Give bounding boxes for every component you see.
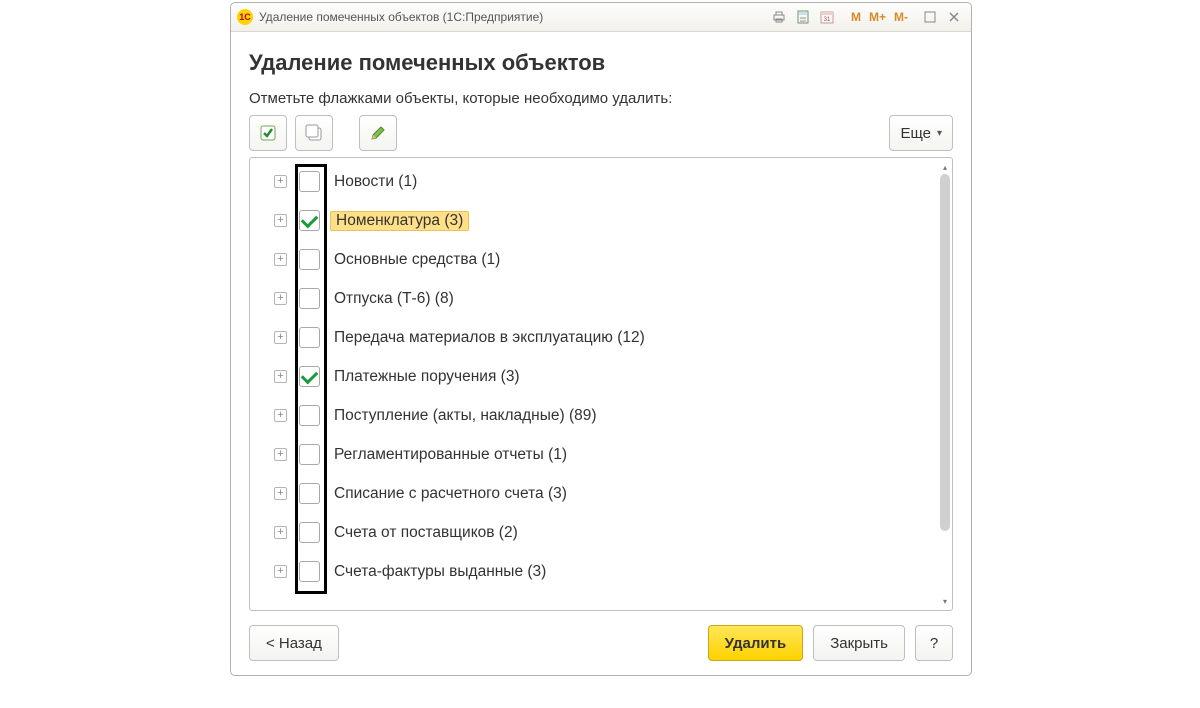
- list-item[interactable]: + Платежные поручения (3): [250, 357, 936, 396]
- instruction-text: Отметьте флажками объекты, которые необх…: [249, 90, 953, 107]
- check-all-button[interactable]: [249, 115, 287, 151]
- expand-icon[interactable]: +: [274, 331, 287, 344]
- expand-icon[interactable]: +: [274, 370, 287, 383]
- expand-icon[interactable]: +: [274, 526, 287, 539]
- memory-mplus-button[interactable]: M+: [866, 7, 889, 27]
- chevron-down-icon: ▾: [937, 128, 942, 139]
- item-label: Платежные поручения (3): [330, 367, 524, 387]
- item-checkbox[interactable]: [299, 171, 320, 192]
- list-item[interactable]: + Списание с расчетного счета (3): [250, 474, 936, 513]
- list-item[interactable]: + Отпуска (Т-6) (8): [250, 279, 936, 318]
- item-label: Поступление (акты, накладные) (89): [330, 406, 601, 426]
- memory-m-button[interactable]: M: [848, 7, 864, 27]
- list-item[interactable]: + Регламентированные отчеты (1): [250, 435, 936, 474]
- dialog-window: 1C Удаление помеченных объектов (1С:Пред…: [230, 2, 972, 676]
- expand-icon[interactable]: +: [274, 214, 287, 227]
- toolbar: Еще ▾: [249, 115, 953, 151]
- item-checkbox[interactable]: [299, 249, 320, 270]
- item-label: Передача материалов в эксплуатацию (12): [330, 328, 649, 348]
- item-checkbox[interactable]: [299, 288, 320, 309]
- expand-icon[interactable]: +: [274, 448, 287, 461]
- calendar-icon[interactable]: 31: [816, 7, 838, 27]
- help-button[interactable]: ?: [915, 625, 953, 661]
- page-title: Удаление помеченных объектов: [249, 50, 953, 76]
- print-icon[interactable]: [768, 7, 790, 27]
- item-checkbox[interactable]: [299, 405, 320, 426]
- scroll-thumb[interactable]: [940, 174, 950, 531]
- expand-icon[interactable]: +: [274, 292, 287, 305]
- item-checkbox[interactable]: [299, 210, 320, 231]
- help-button-label: ?: [930, 635, 938, 652]
- svg-text:31: 31: [824, 17, 831, 23]
- item-label: Номенклатура (3): [330, 211, 469, 231]
- scroll-track[interactable]: [940, 174, 950, 594]
- dialog-content: Удаление помеченных объектов Отметьте фл…: [231, 32, 971, 675]
- item-checkbox[interactable]: [299, 444, 320, 465]
- scroll-down-icon[interactable]: ▾: [940, 596, 950, 606]
- expand-icon[interactable]: +: [274, 175, 287, 188]
- item-label: Счета от поставщиков (2): [330, 523, 522, 543]
- delete-button[interactable]: Удалить: [708, 625, 804, 661]
- close-icon[interactable]: [943, 7, 965, 27]
- list-item[interactable]: + Новости (1): [250, 162, 936, 201]
- uncheck-all-button[interactable]: [295, 115, 333, 151]
- object-list: + Новости (1) + Номенклатура (3) + Основные с…: [249, 157, 953, 611]
- item-label: Регламентированные отчеты (1): [330, 445, 571, 465]
- calculator-icon[interactable]: [792, 7, 814, 27]
- scroll-up-icon[interactable]: ▴: [940, 162, 950, 172]
- item-checkbox[interactable]: [299, 483, 320, 504]
- item-checkbox[interactable]: [299, 522, 320, 543]
- list-item[interactable]: + Основные средства (1): [250, 240, 936, 279]
- expand-icon[interactable]: +: [274, 253, 287, 266]
- expand-icon[interactable]: +: [274, 487, 287, 500]
- item-label: Отпуска (Т-6) (8): [330, 289, 458, 309]
- delete-button-label: Удалить: [725, 635, 787, 652]
- close-button-label: Закрыть: [830, 635, 888, 652]
- more-menu-label: Еще: [900, 125, 931, 142]
- item-checkbox[interactable]: [299, 366, 320, 387]
- list-item[interactable]: + Счета от поставщиков (2): [250, 513, 936, 552]
- titlebar: 1C Удаление помеченных объектов (1С:Пред…: [231, 3, 971, 32]
- item-label: Новости (1): [330, 172, 421, 192]
- expand-icon[interactable]: +: [274, 565, 287, 578]
- back-button[interactable]: < Назад: [249, 625, 339, 661]
- close-button[interactable]: Закрыть: [813, 625, 905, 661]
- list-item[interactable]: + Поступление (акты, накладные) (89): [250, 396, 936, 435]
- list-item[interactable]: + Номенклатура (3): [250, 201, 936, 240]
- scrollbar[interactable]: ▴ ▾: [940, 162, 950, 606]
- item-label: Основные средства (1): [330, 250, 504, 270]
- list-item[interactable]: + Счета-фактуры выданные (3): [250, 552, 936, 591]
- dialog-footer: < Назад Удалить Закрыть ?: [249, 625, 953, 661]
- edit-button[interactable]: [359, 115, 397, 151]
- item-checkbox[interactable]: [299, 327, 320, 348]
- window-title: Удаление помеченных объектов (1С:Предпри…: [259, 10, 543, 24]
- list-item[interactable]: + Передача материалов в эксплуатацию (12): [250, 318, 936, 357]
- minimize-icon[interactable]: [919, 7, 941, 27]
- back-button-label: < Назад: [266, 635, 322, 652]
- item-label: Счета-фактуры выданные (3): [330, 562, 550, 582]
- memory-mminus-button[interactable]: M-: [891, 7, 911, 27]
- more-menu-button[interactable]: Еще ▾: [889, 115, 953, 151]
- expand-icon[interactable]: +: [274, 409, 287, 422]
- app-logo-icon: 1C: [237, 9, 253, 25]
- item-label: Списание с расчетного счета (3): [330, 484, 571, 504]
- item-checkbox[interactable]: [299, 561, 320, 582]
